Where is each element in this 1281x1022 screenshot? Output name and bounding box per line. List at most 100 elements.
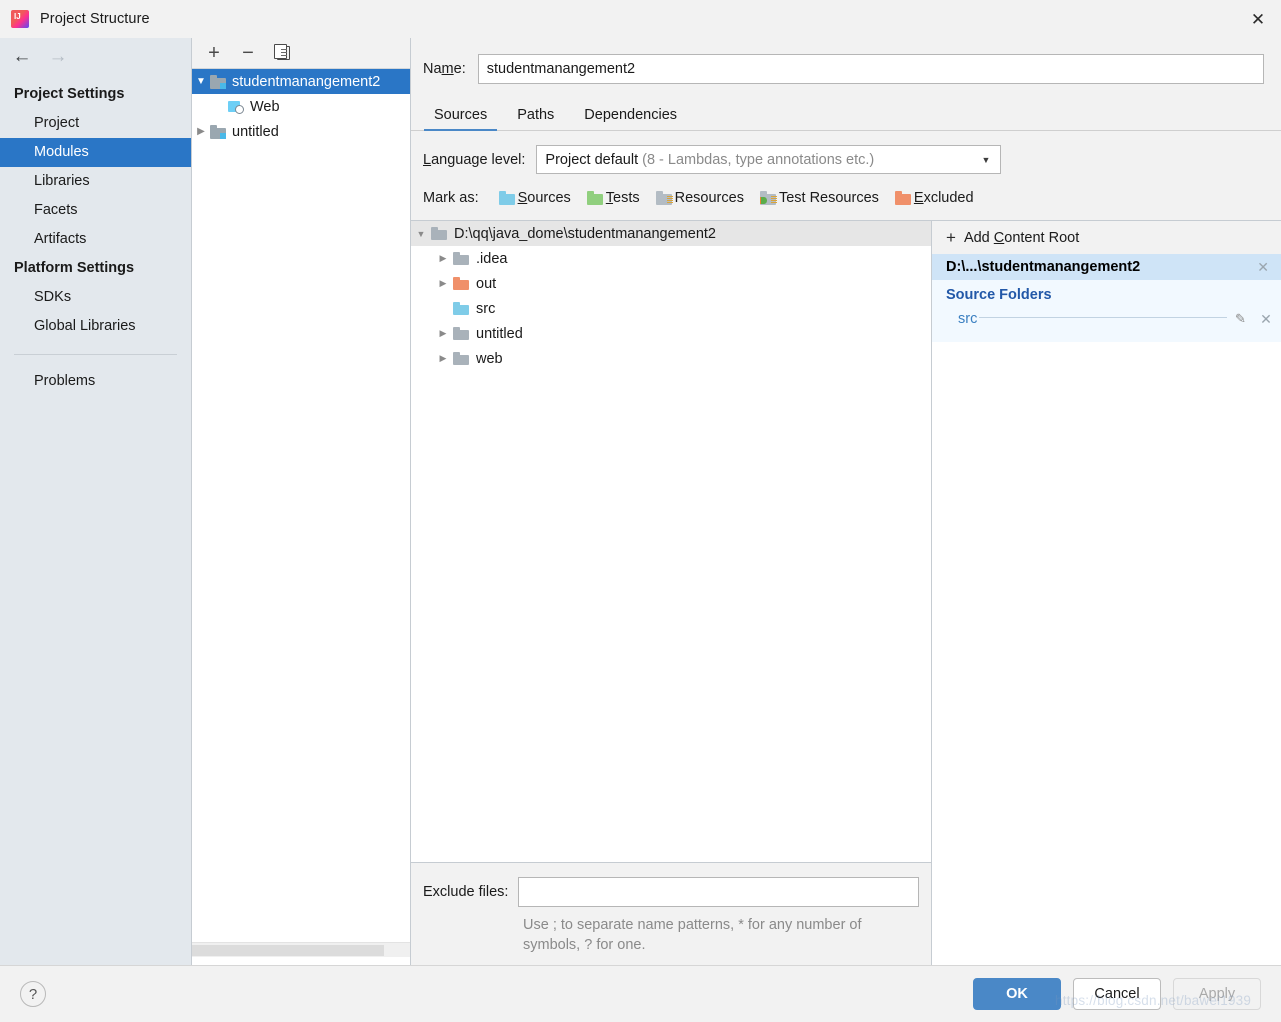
window-titlebar: Project Structure ✕ [0, 0, 1281, 38]
tree-row-out[interactable]: out [411, 271, 931, 296]
add-module-button[interactable]: + [204, 43, 224, 63]
tab-sources[interactable]: Sources [424, 107, 498, 131]
content-root-header[interactable]: D:\...\studentmanangement2 ✕ [932, 254, 1281, 280]
name-label: Name: [423, 61, 466, 77]
modules-horizontal-scrollbar[interactable] [192, 942, 410, 957]
mark-as-excluded-button[interactable]: Excluded [894, 190, 974, 206]
mark-as-test-resources-button[interactable]: Test Resources [759, 190, 879, 206]
expand-arrow-icon[interactable] [411, 229, 431, 239]
module-tree-row-web[interactable]: Web [192, 94, 410, 119]
sources-folder-icon [453, 302, 469, 315]
chevron-down-icon[interactable]: ▼ [981, 155, 990, 165]
tree-row-label: src [476, 300, 496, 317]
language-level-value-detail: (8 - Lambdas, type annotations etc.) [642, 151, 875, 168]
sources-split-area: D:\qq\java_dome\studentmanangement2 .ide… [411, 220, 1281, 965]
module-tree-label: Web [250, 98, 280, 115]
modules-toolbar: + − [192, 38, 410, 69]
tree-row-label: web [476, 350, 503, 367]
modules-pane: + − studentmanangement2 Web [192, 38, 411, 965]
content-root-tree-pane: D:\qq\java_dome\studentmanangement2 .ide… [411, 221, 932, 965]
remove-module-button[interactable]: − [238, 43, 258, 63]
content-root-tree[interactable]: D:\qq\java_dome\studentmanangement2 .ide… [411, 221, 931, 862]
module-tree-label: studentmanangement2 [232, 73, 381, 90]
sidebar-item-libraries[interactable]: Libraries [0, 167, 191, 196]
collapse-arrow-icon[interactable] [433, 353, 453, 364]
window-title: Project Structure [40, 11, 150, 27]
folder-icon [453, 252, 469, 265]
tree-row-label: .idea [476, 250, 508, 267]
collapse-arrow-icon[interactable] [433, 253, 453, 264]
content-root-path: D:\...\studentmanangement2 [946, 259, 1141, 275]
exclude-files-label: Exclude files: [423, 884, 509, 900]
mark-as-label: Mark as: [423, 190, 479, 206]
web-facet-icon [228, 100, 244, 114]
forward-arrow-icon[interactable]: → [48, 47, 68, 66]
resources-folder-icon [655, 191, 673, 205]
sidebar-item-problems[interactable]: Problems [0, 367, 191, 396]
module-folder-icon [210, 74, 226, 89]
add-content-root-button[interactable]: + Add Content Root [932, 221, 1281, 254]
sources-folder-icon [498, 191, 515, 205]
tree-row-idea[interactable]: .idea [411, 246, 931, 271]
tree-row-untitled[interactable]: untitled [411, 321, 931, 346]
modules-pane-footer [192, 957, 410, 965]
module-tree-row-studentmanangement2[interactable]: studentmanangement2 [192, 69, 410, 94]
back-arrow-icon[interactable]: ← [12, 47, 32, 66]
module-folder-icon [210, 124, 226, 139]
collapse-arrow-icon[interactable] [192, 126, 210, 137]
app-icon [11, 10, 29, 28]
expand-arrow-icon[interactable] [192, 76, 210, 87]
pencil-icon[interactable]: ✎ [1235, 311, 1251, 327]
sidebar-navigation: ← → [0, 40, 191, 72]
tab-paths[interactable]: Paths [507, 107, 564, 130]
exclude-files-area: Exclude files: Use ; to separate name pa… [411, 862, 931, 965]
sidebar-item-modules[interactable]: Modules [0, 138, 191, 167]
module-tree-label: untitled [232, 123, 279, 140]
modules-tree[interactable]: studentmanangement2 Web untitled [192, 69, 410, 942]
mark-as-sources-button[interactable]: Sources [498, 190, 571, 206]
exclude-files-hint: Use ; to separate name patterns, * for a… [523, 917, 862, 953]
sidebar-item-global-libraries[interactable]: Global Libraries [0, 312, 191, 341]
remove-content-root-icon[interactable]: ✕ [1257, 260, 1269, 274]
ok-button[interactable]: OK [973, 978, 1061, 1010]
language-level-select[interactable]: Project default (8 - Lambdas, type annot… [536, 145, 1002, 174]
sidebar-item-artifacts[interactable]: Artifacts [0, 225, 191, 254]
close-icon[interactable]: ✕ [1235, 0, 1281, 38]
sidebar-item-sdks[interactable]: SDKs [0, 283, 191, 312]
sidebar-item-project[interactable]: Project [0, 109, 191, 138]
mark-as-tests-button[interactable]: Tests [586, 190, 640, 206]
module-name-input[interactable] [477, 54, 1264, 84]
sidebar-divider [14, 354, 177, 355]
tree-row-content-root[interactable]: D:\qq\java_dome\studentmanangement2 [411, 221, 931, 246]
language-level-label: Language level: [423, 151, 526, 168]
sidebar-item-facets[interactable]: Facets [0, 196, 191, 225]
scrollbar-thumb[interactable] [192, 945, 384, 956]
collapse-arrow-icon[interactable] [433, 328, 453, 339]
tests-folder-icon [586, 191, 603, 205]
folder-icon [453, 352, 469, 365]
folder-icon [431, 227, 447, 240]
name-row: Name: [411, 38, 1281, 84]
excluded-folder-icon [453, 277, 469, 290]
source-folder-underline [979, 317, 1227, 318]
sidebar-group-platform-settings: Platform Settings [14, 260, 135, 276]
content-roots-pane: + Add Content Root D:\...\studentmanange… [932, 221, 1281, 965]
exclude-files-input[interactable] [518, 877, 919, 907]
content-root-body: Source Folders src ✎ ✕ [932, 280, 1281, 342]
test-resources-folder-icon [759, 191, 777, 205]
tab-dependencies[interactable]: Dependencies [574, 107, 687, 130]
help-button[interactable]: ? [20, 981, 46, 1007]
copy-module-button[interactable] [272, 43, 292, 63]
tree-row-src[interactable]: src [411, 296, 931, 321]
remove-source-folder-icon[interactable]: ✕ [1257, 311, 1275, 328]
mark-as-row: Mark as: Sources Tests Resources Test Re… [411, 190, 1281, 206]
mark-as-resources-button[interactable]: Resources [655, 190, 744, 206]
language-level-row: Language level: Project default (8 - Lam… [411, 145, 1281, 174]
module-tree-row-untitled[interactable]: untitled [192, 119, 410, 144]
tree-row-web[interactable]: web [411, 346, 931, 371]
apply-button[interactable]: Apply [1173, 978, 1261, 1010]
cancel-button[interactable]: Cancel [1073, 978, 1161, 1010]
collapse-arrow-icon[interactable] [433, 278, 453, 289]
source-folder-name[interactable]: src [958, 311, 979, 327]
source-folder-entry[interactable]: src ✎ ✕ [932, 308, 1281, 330]
